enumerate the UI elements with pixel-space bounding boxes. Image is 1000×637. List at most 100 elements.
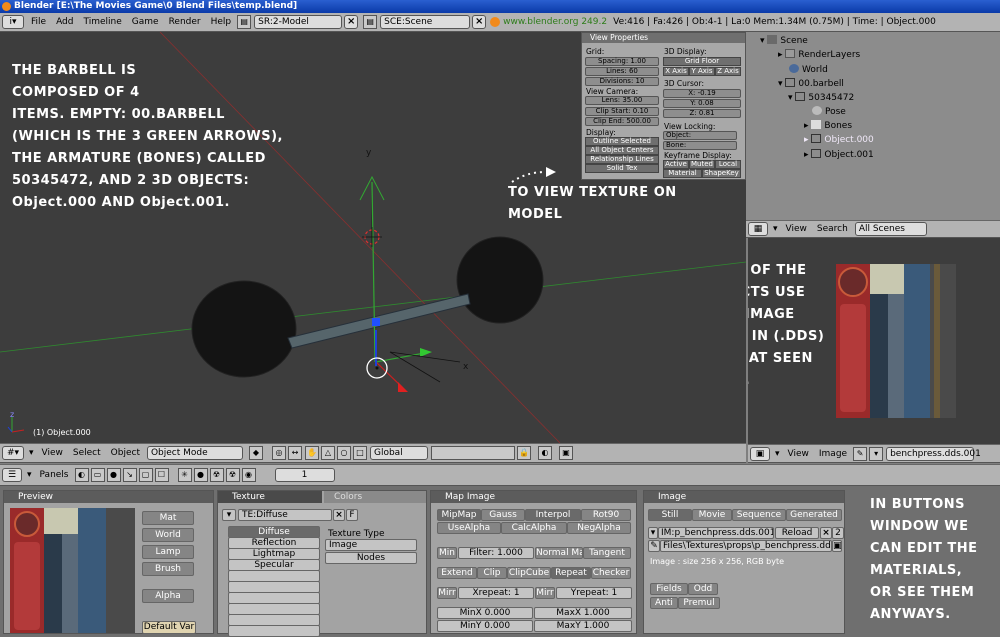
xrepeat-field[interactable]: Xrepeat: 1	[458, 587, 534, 599]
texture-type-dropdown[interactable]: Image	[325, 539, 417, 551]
keyframe-material-toggle[interactable]: Material	[663, 169, 702, 178]
scene-field[interactable]: SCE:Scene	[380, 15, 471, 29]
path-pack-icon[interactable]: ▣	[832, 540, 842, 552]
grid-floor-toggle[interactable]: Grid Floor	[663, 57, 741, 66]
clip-start-field[interactable]: Clip Start: 0.10	[585, 107, 659, 116]
image-unlink-button[interactable]: ×	[820, 527, 832, 539]
yrepeat-field[interactable]: Yrepeat: 1	[556, 587, 632, 599]
cursor-x-field[interactable]: X: -0.19	[663, 89, 741, 98]
menu-render[interactable]: Render	[164, 17, 206, 27]
preview-world-button[interactable]: World	[142, 528, 194, 542]
buttons-collapse-icon[interactable]: ▾	[24, 470, 35, 480]
image-browse-button[interactable]: ▾	[648, 527, 658, 539]
usealpha-toggle[interactable]: UseAlpha	[437, 522, 501, 534]
all-object-centers-toggle[interactable]: All Object Centers	[585, 146, 659, 155]
lamp-sub-icon[interactable]: ✳	[177, 468, 192, 482]
image-movie-toggle[interactable]: Movie	[692, 509, 732, 521]
scene-delete-button[interactable]: ×	[472, 15, 487, 29]
barbell-right-weight[interactable]	[456, 236, 544, 324]
rotate-icon[interactable]: ○	[336, 446, 351, 460]
script-context-icon[interactable]: ▭	[90, 468, 105, 482]
material-sub-icon[interactable]: ●	[193, 468, 208, 482]
texture-unlink-button[interactable]: ×	[333, 509, 345, 521]
cursor-z-field[interactable]: Z: 0.81	[663, 109, 741, 118]
outliner-item-barbell-empty[interactable]: ▾ 00.barbell	[778, 78, 844, 89]
mirror-x-toggle[interactable]: Mirr	[437, 587, 457, 599]
calcalpha-toggle[interactable]: CalcAlpha	[501, 522, 567, 534]
clip-end-field[interactable]: Clip End: 500.00	[585, 117, 659, 126]
texture-slot-9[interactable]	[228, 625, 320, 637]
filter-field[interactable]: Filter: 1.000	[458, 547, 534, 559]
texture-fake-user-button[interactable]: F	[346, 509, 358, 521]
maxy-field[interactable]: MaxY 1.000	[534, 620, 632, 632]
rot90-toggle[interactable]: Rot90	[581, 509, 631, 521]
z-axis-handle-icon[interactable]	[398, 382, 408, 392]
shading-context-icon[interactable]: ●	[106, 468, 121, 482]
layer-buttons[interactable]	[430, 446, 515, 460]
object-mode-dropdown[interactable]: Object Mode	[146, 446, 243, 460]
x-axis-toggle[interactable]: X Axis	[663, 67, 689, 76]
outliner-menu-view[interactable]: View	[781, 224, 812, 234]
outliner-item-object001[interactable]: ▸ Object.001	[804, 149, 874, 160]
lock-bone-field[interactable]: Bone:	[663, 141, 737, 150]
fields-toggle[interactable]: Fields	[650, 583, 688, 595]
buttons-menu-panels[interactable]: Panels	[35, 470, 74, 480]
keyframe-muted-toggle[interactable]: Muted	[689, 160, 715, 169]
viewport-collapse-icon[interactable]: ▾	[26, 448, 37, 458]
scene-browse-icon[interactable]: ▤	[363, 15, 378, 29]
image-still-toggle[interactable]: Still	[648, 509, 692, 521]
preview-brush-button[interactable]: Brush	[142, 562, 194, 576]
repeat-toggle[interactable]: Repeat	[551, 567, 591, 579]
empty-y-arrow[interactable]	[371, 181, 376, 363]
menu-game[interactable]: Game	[127, 17, 164, 27]
tangent-toggle[interactable]: Tangent	[583, 547, 631, 559]
nodes-button[interactable]: Nodes	[325, 552, 417, 564]
colors-tab[interactable]: Colors	[324, 491, 426, 503]
viewport-menu-view[interactable]: View	[37, 448, 68, 458]
pin-icon[interactable]: ✎	[853, 446, 868, 461]
maxx-field[interactable]: MaxX 1.000	[534, 607, 632, 619]
image-editor-type-icon[interactable]: ▣	[750, 446, 770, 461]
menu-timeline[interactable]: Timeline	[79, 17, 127, 27]
render-icon[interactable]: ◐	[537, 446, 552, 460]
outliner-item-scene[interactable]: ▾ Scene	[760, 35, 808, 46]
screen-delete-button[interactable]: ×	[344, 15, 359, 29]
outliner-editor-type-icon[interactable]: ▦	[748, 222, 768, 236]
odd-toggle[interactable]: Odd	[688, 583, 718, 595]
checker-toggle[interactable]: Checker	[591, 567, 631, 579]
y-axis-toggle[interactable]: Y Axis	[689, 67, 715, 76]
buttons-editor-type-icon[interactable]: ☰	[2, 468, 22, 482]
keyframe-local-toggle[interactable]: Local	[715, 160, 741, 169]
file-browse-icon[interactable]: ✎	[648, 540, 660, 552]
cursor-y-field[interactable]: Y: 0.08	[663, 99, 741, 108]
min-toggle[interactable]: Min	[437, 547, 457, 559]
menu-help[interactable]: Help	[206, 17, 237, 27]
outliner-item-pose[interactable]: Pose	[812, 106, 846, 117]
minx-field[interactable]: MinX 0.000	[437, 607, 533, 619]
image-menu-image[interactable]: Image	[814, 449, 852, 459]
clipcube-toggle[interactable]: ClipCube	[507, 567, 551, 579]
viewport-menu-object[interactable]: Object	[106, 448, 145, 458]
viewport-menu-select[interactable]: Select	[68, 448, 106, 458]
translate-icon[interactable]: △	[320, 446, 335, 460]
viewport-editor-type-icon[interactable]: #▾	[2, 446, 24, 460]
normal-map-toggle[interactable]: Normal Ma	[535, 547, 583, 559]
outliner-menu-search[interactable]: Search	[812, 224, 853, 234]
scale-icon[interactable]: □	[352, 446, 367, 460]
relationship-lines-toggle[interactable]: Relationship Lines	[585, 155, 659, 164]
editing-context-icon[interactable]: ▢	[138, 468, 153, 482]
outliner-item-bones[interactable]: ▸ Bones	[804, 120, 852, 131]
image-name-panel-field[interactable]: IM:p_benchpress.dds.001	[658, 527, 774, 539]
negalpha-toggle[interactable]: NegAlpha	[567, 522, 631, 534]
menu-file[interactable]: File	[26, 17, 51, 27]
outliner-item-object000[interactable]: ▸ Object.000	[804, 134, 874, 145]
manipulator-hand-icon[interactable]: ✋	[304, 446, 319, 460]
barbell-left-weight[interactable]	[191, 280, 297, 378]
grid-spacing-field[interactable]: Spacing: 1.00	[585, 57, 659, 66]
align-icon[interactable]: ↔	[287, 446, 302, 460]
logic-context-icon[interactable]: ◐	[74, 468, 89, 482]
solid-tex-toggle[interactable]: Solid Tex	[585, 164, 659, 173]
image-path-field[interactable]: Files\Textures\props\p_benchpress.dds	[660, 540, 832, 552]
draw-type-icon[interactable]: ◆	[248, 446, 263, 460]
screen-browse-icon[interactable]: ▤	[237, 15, 252, 29]
